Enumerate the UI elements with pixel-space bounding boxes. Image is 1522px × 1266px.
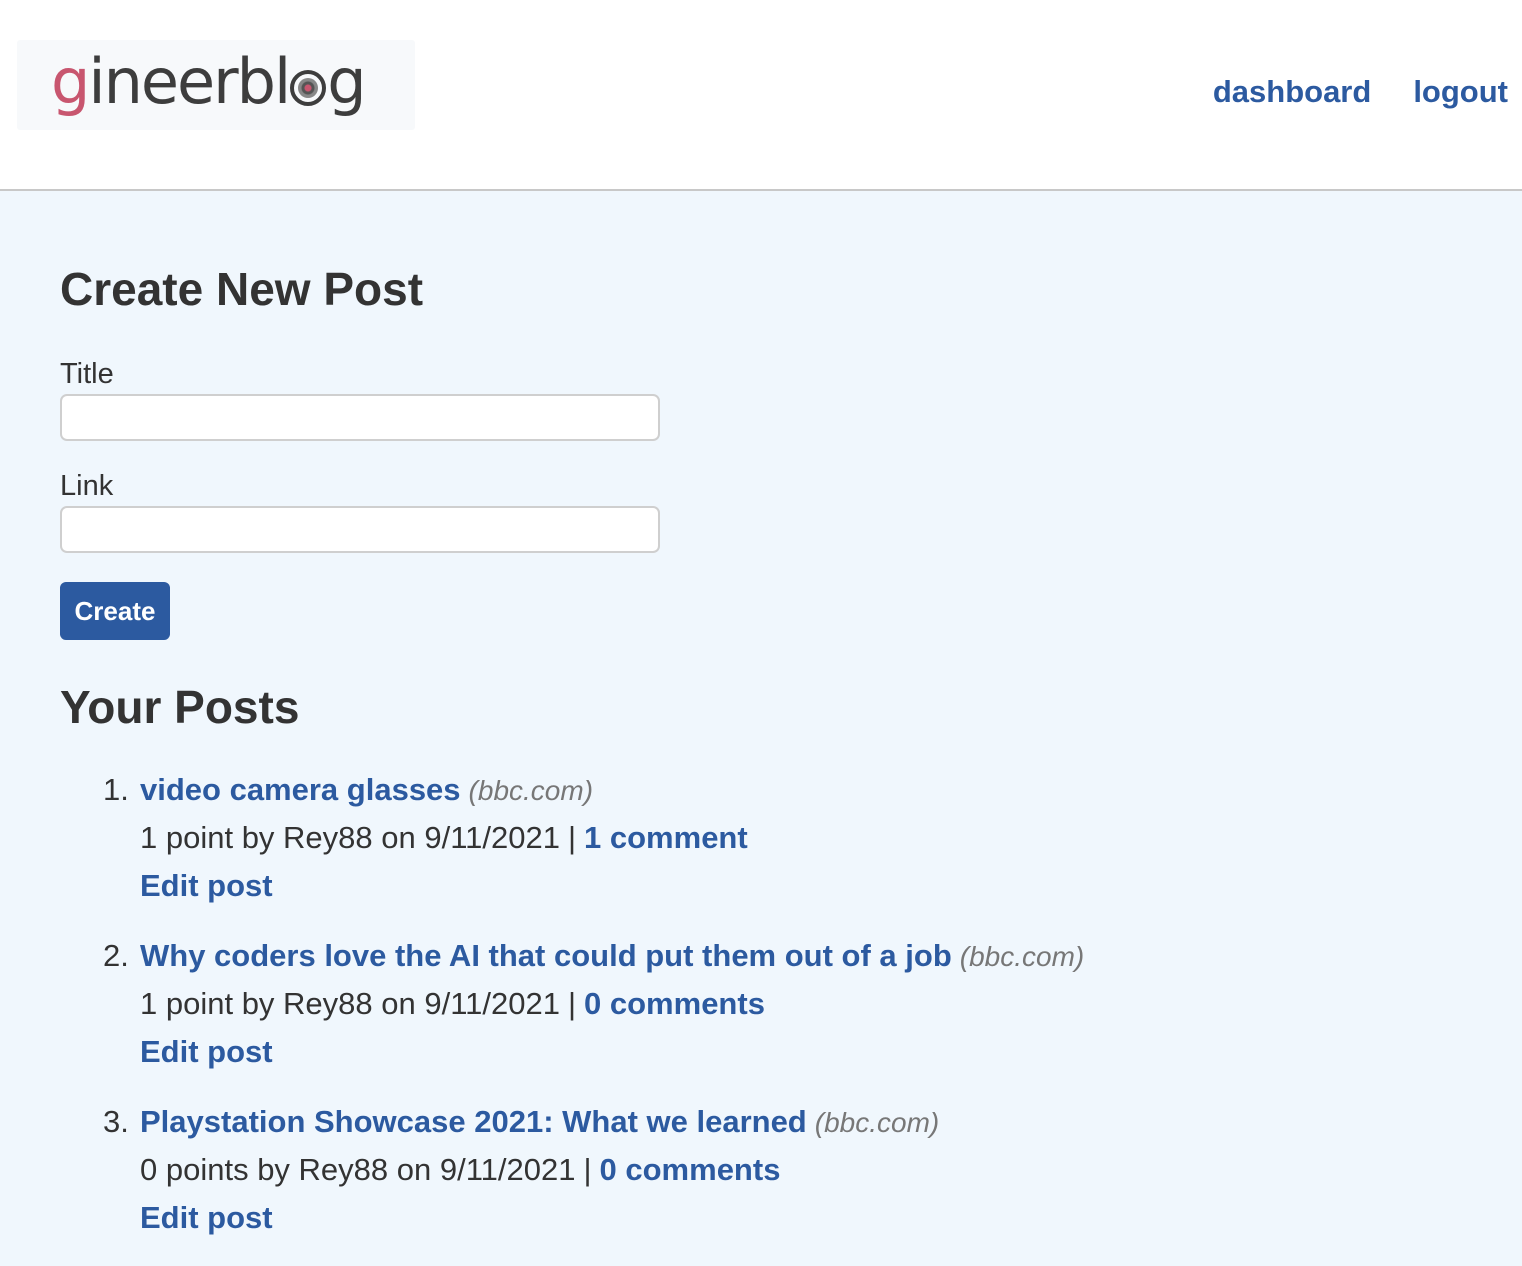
your-posts-heading: Your Posts bbox=[60, 681, 300, 733]
nav-logout-link[interactable]: logout bbox=[1413, 74, 1508, 110]
post-comments-link[interactable]: 1 comment bbox=[584, 820, 748, 855]
post-domain: (bbc.com) bbox=[814, 1107, 940, 1138]
meta-separator: | bbox=[567, 820, 577, 855]
meta-separator: | bbox=[567, 986, 577, 1021]
posts-list: 1. video camera glasses (bbc.com) 1 point… bbox=[60, 768, 1500, 1266]
logo-letter-g: g bbox=[51, 45, 90, 118]
edit-post-link[interactable]: Edit post bbox=[140, 1034, 273, 1069]
logo-letter-tail: g bbox=[327, 45, 366, 118]
post-meta: 1 point by Rey88 on 9/11/2021 bbox=[140, 820, 560, 855]
post-domain: (bbc.com) bbox=[468, 775, 594, 806]
title-input[interactable] bbox=[60, 394, 660, 441]
post-title-link[interactable]: video camera glasses bbox=[140, 772, 461, 807]
post-title-link[interactable]: Playstation Showcase 2021: What we learn… bbox=[140, 1104, 807, 1139]
title-label: Title bbox=[60, 358, 114, 390]
meta-separator: | bbox=[583, 1152, 592, 1187]
post-number: 2. bbox=[103, 938, 129, 973]
logo-wordmark: gineerbl g bbox=[51, 42, 367, 122]
post-number: 1. bbox=[103, 772, 129, 807]
post-comments-link[interactable]: 0 comments bbox=[600, 1152, 781, 1187]
link-input[interactable] bbox=[60, 506, 660, 553]
post-item: 2. Why coders love the AI that could put… bbox=[60, 934, 1500, 1100]
create-post-heading: Create New Post bbox=[60, 263, 424, 315]
top-nav: dashboard logout bbox=[1213, 74, 1508, 110]
link-label: Link bbox=[60, 470, 114, 502]
post-domain: (bbc.com) bbox=[959, 941, 1085, 972]
site-logo[interactable]: gineerbl g bbox=[17, 40, 415, 130]
post-number: 3. bbox=[103, 1104, 129, 1139]
logo-letters: ineerbl bbox=[88, 45, 291, 118]
create-button[interactable]: Create bbox=[60, 582, 170, 640]
nav-dashboard-link[interactable]: dashboard bbox=[1213, 74, 1371, 110]
post-meta: 0 points by Rey88 on 9/11/2021 bbox=[140, 1152, 576, 1187]
post-meta: 1 point by Rey88 on 9/11/2021 bbox=[140, 986, 560, 1021]
post-item: 3. Playstation Showcase 2021: What we le… bbox=[60, 1100, 1500, 1266]
camera-lens-icon bbox=[290, 70, 327, 106]
post-comments-link[interactable]: 0 comments bbox=[584, 986, 765, 1021]
post-item: 1. video camera glasses (bbc.com) 1 point… bbox=[60, 768, 1500, 934]
edit-post-link[interactable]: Edit post bbox=[140, 1200, 273, 1235]
edit-post-link[interactable]: Edit post bbox=[140, 868, 273, 903]
site-header: gineerbl g dashboard logout bbox=[0, 0, 1522, 191]
post-title-link[interactable]: Why coders love the AI that could put th… bbox=[140, 938, 952, 973]
